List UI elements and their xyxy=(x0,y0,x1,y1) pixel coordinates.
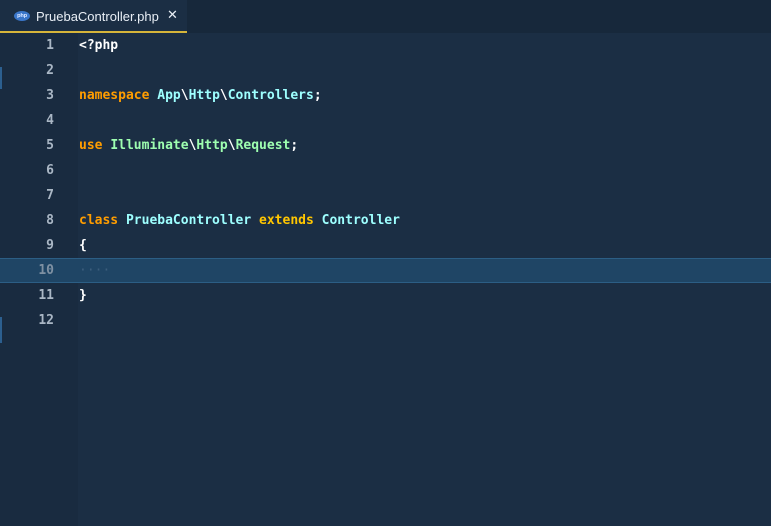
line-number: 9 xyxy=(46,238,54,253)
tab-title: PruebaController.php xyxy=(36,9,159,24)
code-line: 6 xyxy=(0,158,771,183)
namespace-part: App xyxy=(157,88,181,103)
tab-pruebacontroller[interactable]: php PruebaController.php ✕ xyxy=(0,0,187,33)
import-part: Illuminate xyxy=(110,138,189,153)
class-keyword: class xyxy=(79,213,119,228)
tab-bar: php PruebaController.php ✕ xyxy=(0,0,771,33)
class-name: PruebaController xyxy=(125,213,252,228)
namespace-part: Controllers xyxy=(227,88,314,103)
line-number: 4 xyxy=(46,113,54,128)
line-number: 3 xyxy=(46,88,54,103)
active-code-line[interactable]: 10 ···· xyxy=(0,258,771,283)
line-number: 12 xyxy=(38,313,54,328)
line-number: 5 xyxy=(46,138,54,153)
close-icon[interactable]: ✕ xyxy=(167,8,178,23)
namespace-separator: \ xyxy=(219,88,228,103)
namespace-keyword: namespace xyxy=(79,88,150,103)
line-number: 10 xyxy=(38,263,54,278)
namespace-part: Http xyxy=(188,88,220,103)
code-line: 7 xyxy=(0,183,771,208)
import-part: Http xyxy=(196,138,228,153)
code-line: 12 xyxy=(0,308,771,333)
code-text: } xyxy=(79,288,87,303)
code-line: 9 { xyxy=(0,233,771,258)
line-number: 7 xyxy=(46,188,54,203)
import-part: Request xyxy=(235,138,291,153)
extends-keyword: extends xyxy=(259,213,314,228)
code-line: 3 namespace App\Http\Controllers; xyxy=(0,83,771,108)
code-editor[interactable]: 1 <?php 2 3 namespace App\Http\Controlle… xyxy=(0,33,771,526)
use-keyword: use xyxy=(79,138,103,153)
parent-class-name: Controller xyxy=(321,213,400,228)
php-file-icon: php xyxy=(14,11,30,21)
code-line: 5 use Illuminate\Http\Request; xyxy=(0,133,771,158)
whitespace-indicator: ···· xyxy=(79,263,111,278)
code-text: namespace App\Http\Controllers; xyxy=(79,88,322,103)
code-text: { xyxy=(79,238,87,253)
code-text: class PruebaController extends Controlle… xyxy=(79,213,400,228)
code-line: 1 <?php xyxy=(0,33,771,58)
code-text: use Illuminate\Http\Request; xyxy=(79,138,298,153)
line-number: 1 xyxy=(46,38,54,53)
semicolon: ; xyxy=(290,138,299,153)
code-line: 2 xyxy=(0,58,771,83)
php-icon-label: php xyxy=(16,13,28,19)
semicolon: ; xyxy=(313,88,322,103)
line-number: 8 xyxy=(46,213,54,228)
code-line: 11 } xyxy=(0,283,771,308)
line-number: 2 xyxy=(46,63,54,78)
code-line: 4 xyxy=(0,108,771,133)
code-text: <?php xyxy=(79,38,119,53)
namespace-separator: \ xyxy=(227,138,236,153)
line-number: 11 xyxy=(38,288,54,303)
namespace-separator: \ xyxy=(180,88,189,103)
code-line: 8 class PruebaController extends Control… xyxy=(0,208,771,233)
line-number: 6 xyxy=(46,163,54,178)
